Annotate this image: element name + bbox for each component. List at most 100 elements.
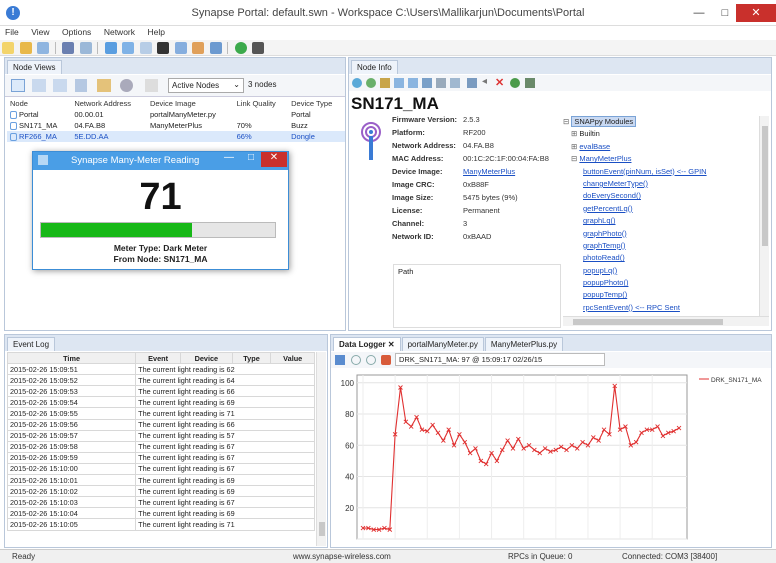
node-table-column-header[interactable]: Device Type [288, 98, 345, 109]
node-table-column-header[interactable]: Network Address [71, 98, 147, 109]
function-item[interactable]: doEverySecond() [563, 190, 759, 202]
node-table-column-header[interactable]: Device Image [147, 98, 234, 109]
edit-script-icon[interactable] [394, 78, 404, 88]
tab-event-log[interactable]: Event Log [7, 337, 56, 351]
play-icon[interactable] [351, 355, 361, 365]
open-folder-icon[interactable] [19, 42, 32, 54]
menu-file[interactable]: File [0, 26, 24, 38]
network-tool-icon[interactable] [252, 42, 265, 54]
event-log-row[interactable]: 2015-02-26 15:09:52 The current light rea… [6, 374, 315, 387]
list-view-icon[interactable] [53, 79, 67, 92]
function-item[interactable]: photoRead() [563, 252, 759, 264]
node-row[interactable]: SN171_MA 04.FA.B8 ManyMeterPlus 70% Buzz [7, 120, 345, 131]
event-log-row[interactable]: 2015-02-26 15:09:55 The current light rea… [6, 407, 315, 420]
close-button[interactable]: ✕ [736, 4, 776, 22]
node-row[interactable]: Portal 00.00.01 portalManyMeter.py Portal [7, 109, 345, 120]
export-icon[interactable] [97, 79, 111, 92]
node-views-icon[interactable] [104, 42, 117, 54]
close-tab-icon[interactable]: ✕ [388, 340, 395, 349]
speaker-icon[interactable]: ◂ [482, 76, 487, 87]
delete-icon[interactable]: ✕ [495, 76, 504, 89]
node-table-column-header[interactable]: Node [7, 98, 71, 109]
tab-node-info[interactable]: Node Info [351, 60, 398, 74]
data-logger-icon[interactable] [192, 42, 205, 54]
tree-horizontal-scrollbar[interactable] [563, 316, 769, 326]
new-file-icon[interactable] [2, 42, 14, 54]
refresh-icon[interactable] [366, 78, 376, 88]
node-filter-select[interactable]: Active Nodes ⌄ [168, 78, 244, 93]
function-item[interactable]: graphPhoto() [563, 228, 759, 240]
event-log-row[interactable]: 2015-02-26 15:10:03 The current light rea… [6, 496, 315, 509]
tree-group-evalbase[interactable]: ⊞ evalBase [563, 141, 759, 153]
tree-root[interactable]: ⊟ SNAPpy Modules [563, 116, 759, 128]
green-go-icon[interactable] [510, 78, 520, 88]
event-log-column-header[interactable]: Time [6, 351, 137, 365]
event-log-row[interactable]: 2015-02-26 15:09:54 The current light rea… [6, 396, 315, 409]
event-log-row[interactable]: 2015-02-26 15:09:53 The current light rea… [6, 385, 315, 398]
function-item[interactable]: rpcSentEvent() <-- RPC Sent [563, 302, 759, 314]
menu-options[interactable]: Options [57, 26, 96, 38]
event-log-row[interactable]: 2015-02-26 15:09:51 The current light rea… [6, 363, 315, 376]
function-item[interactable]: popupLq() [563, 265, 759, 277]
pause-icon[interactable] [366, 355, 376, 365]
tree-hscroll-thumb[interactable] [573, 319, 723, 325]
meter-minimize-button[interactable]: — [217, 152, 241, 167]
large-icons-icon[interactable] [11, 79, 25, 92]
refresh-nodes-icon[interactable] [120, 79, 133, 92]
function-item[interactable]: graphTemp() [563, 240, 759, 252]
node-table-column-header[interactable]: Link Quality [234, 98, 288, 109]
event-log-row[interactable]: 2015-02-26 15:10:01 The current light rea… [6, 474, 315, 487]
function-item[interactable]: buttonEvent(pinNum, isSet) <-- GPIN [563, 166, 759, 178]
function-item[interactable]: getPercentLq() [563, 203, 759, 215]
function-item[interactable]: popupPhoto() [563, 277, 759, 289]
settings-icon[interactable] [436, 78, 446, 88]
tree-group-manymeterplus[interactable]: ⊟ ManyMeterPlus [563, 153, 759, 165]
go-icon[interactable] [234, 42, 247, 54]
event-log-column-header[interactable]: Type [231, 351, 272, 365]
forward-icon[interactable] [525, 78, 535, 88]
menu-help[interactable]: Help [143, 26, 170, 38]
script-editor-icon[interactable] [139, 42, 152, 54]
menu-network[interactable]: Network [99, 26, 140, 38]
meter-maximize-button[interactable]: □ [239, 152, 263, 167]
event-log-icon[interactable] [174, 42, 187, 54]
tab-manymeterplus[interactable]: ManyMeterPlus.py [484, 337, 564, 351]
function-item[interactable]: changeMeterType() [563, 178, 759, 190]
tree-vertical-scrollbar[interactable] [759, 116, 769, 316]
event-log-row[interactable]: 2015-02-26 15:09:56 The current light rea… [6, 418, 315, 431]
small-icons-icon[interactable] [32, 79, 46, 92]
event-log-row[interactable]: 2015-02-26 15:10:05 The current light rea… [6, 518, 315, 531]
maximize-button[interactable]: □ [712, 4, 738, 22]
reboot-icon[interactable] [467, 78, 477, 88]
save-log-icon[interactable] [335, 355, 345, 365]
tree-group-builtin[interactable]: ⊞ Builtin [563, 128, 759, 140]
tab-portalmanymeter[interactable]: portalManyMeter.py [401, 337, 484, 351]
event-log-column-header[interactable]: Value [270, 351, 315, 365]
function-item[interactable]: graphLq() [563, 215, 759, 227]
node-info-icon[interactable] [122, 42, 135, 54]
tab-data-logger[interactable]: Data Logger ✕ [333, 337, 401, 351]
command-line-icon[interactable] [157, 42, 170, 54]
event-log-row[interactable]: 2015-02-26 15:10:02 The current light rea… [6, 485, 315, 498]
event-log-scroll-thumb[interactable] [319, 522, 325, 536]
event-log-column-header[interactable]: Event [135, 351, 182, 365]
clear-icon[interactable] [381, 355, 391, 365]
ping-icon[interactable] [352, 78, 362, 88]
event-log-row[interactable]: 2015-02-26 15:10:00 The current light rea… [6, 462, 315, 476]
event-log-row[interactable]: 2015-02-26 15:09:58 The current light rea… [6, 440, 315, 453]
event-log-scrollbar[interactable] [316, 352, 326, 546]
tree-scroll-thumb[interactable] [762, 126, 768, 246]
tab-node-views[interactable]: Node Views [7, 60, 62, 74]
upload-script-icon[interactable] [380, 78, 390, 88]
meter-close-button[interactable]: ✕ [261, 152, 287, 167]
event-log-row[interactable]: 2015-02-26 15:10:04 The current light rea… [6, 507, 315, 520]
event-log-row[interactable]: 2015-02-26 15:09:57 The current light rea… [6, 429, 315, 442]
broadcast-ping-icon[interactable] [62, 42, 75, 54]
save-icon[interactable] [37, 42, 50, 54]
magic-wand-icon[interactable] [450, 78, 460, 88]
event-log-column-header[interactable]: Device [180, 351, 233, 365]
minimize-button[interactable]: — [686, 4, 712, 22]
event-log-row[interactable]: 2015-02-26 15:09:59 The current light rea… [6, 451, 315, 464]
tree-view-icon[interactable] [75, 79, 87, 92]
chart-icon[interactable] [209, 42, 222, 54]
